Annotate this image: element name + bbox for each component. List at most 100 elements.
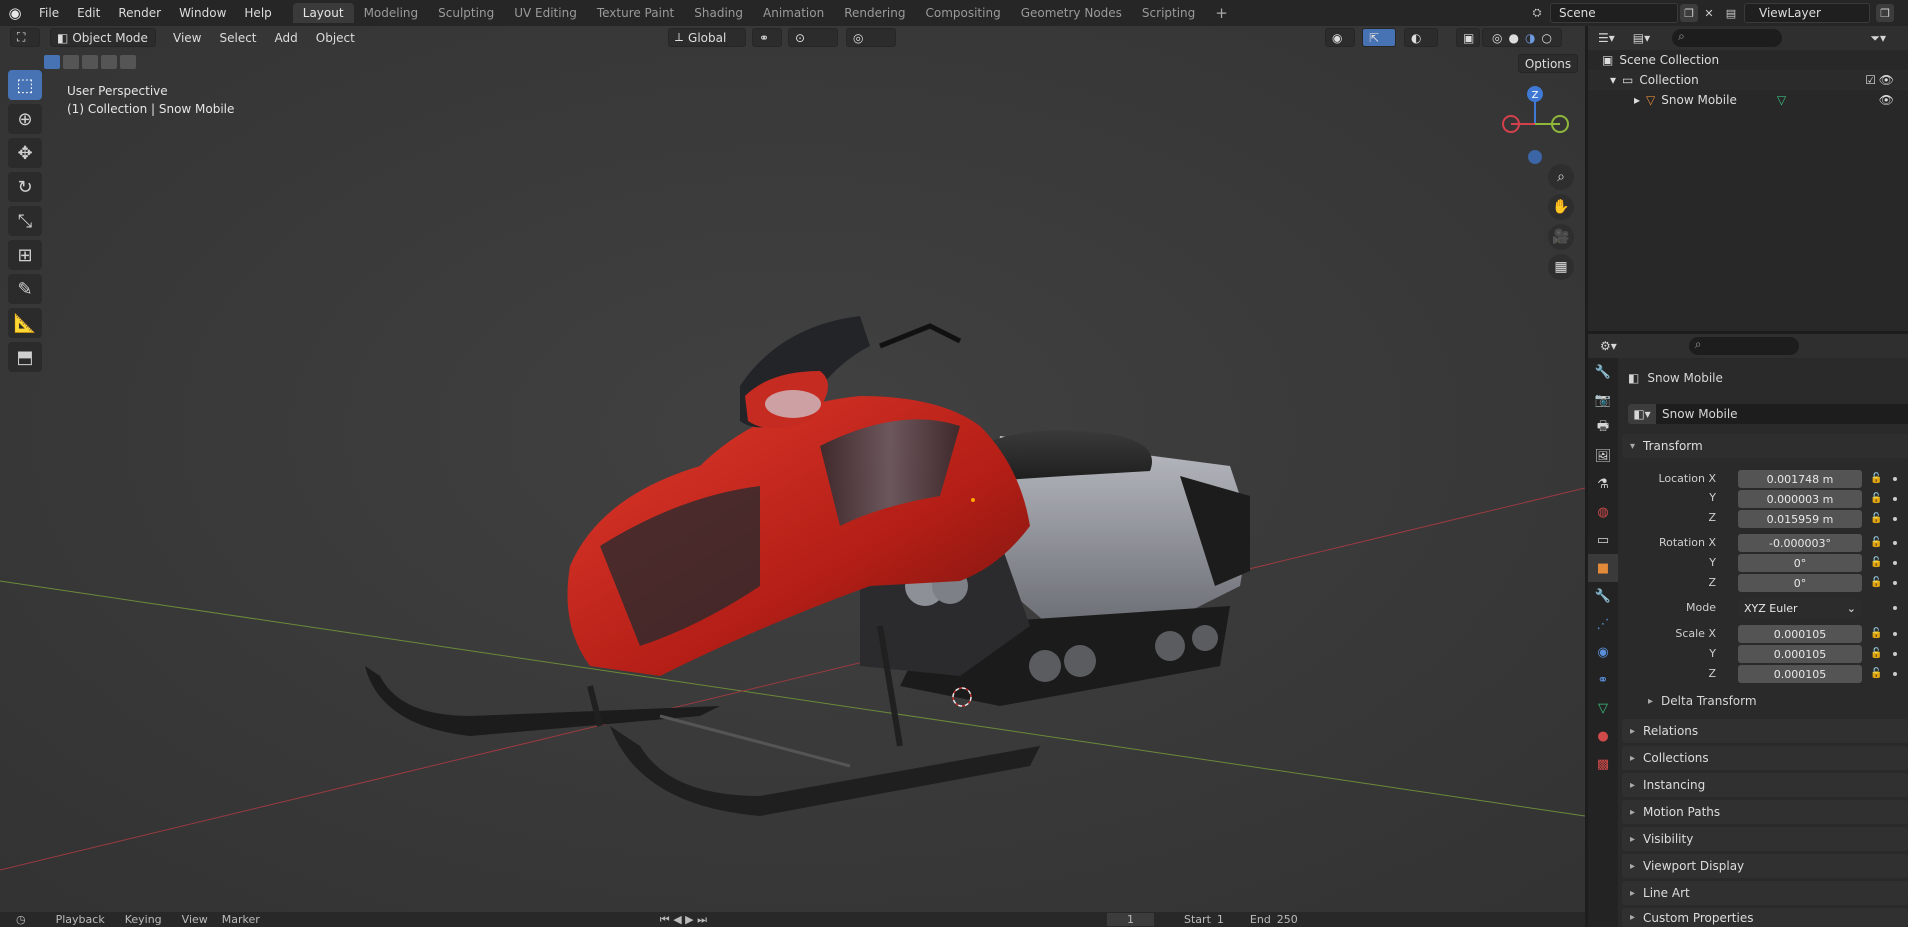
scale-z-field[interactable]: 0.000105 <box>1738 665 1862 683</box>
blender-logo-icon[interactable]: ◉ <box>0 4 30 22</box>
tab-rendering[interactable]: Rendering <box>834 3 915 23</box>
scale-y-field[interactable]: 0.000105 <box>1738 645 1862 663</box>
visibility-panel[interactable]: ▸ Visibility <box>1622 827 1908 851</box>
viewport-menu-select[interactable]: Select <box>210 31 265 45</box>
timeline-playback[interactable]: Playback <box>56 913 105 926</box>
tab-geometry-nodes[interactable]: Geometry Nodes <box>1011 3 1132 23</box>
physics-tab-icon[interactable]: ◉ <box>1588 638 1618 666</box>
pivot-icon[interactable]: ⚭ <box>752 28 782 47</box>
editor-type-dropdown[interactable]: ⛶ <box>10 28 40 47</box>
data-tab-icon[interactable]: ▽ <box>1588 694 1618 722</box>
playback-controls-icon[interactable]: ⏮ ◀ ▶ ⏭ <box>660 913 707 927</box>
tab-shading[interactable]: Shading <box>684 3 753 23</box>
rendered-icon[interactable]: ○ <box>1542 31 1552 45</box>
view-layer-tab-icon[interactable]: 🖼 <box>1588 442 1618 470</box>
tab-modeling[interactable]: Modeling <box>354 3 429 23</box>
viewport-menu-add[interactable]: Add <box>266 31 307 45</box>
line-art-panel[interactable]: ▸ Line Art <box>1622 881 1908 905</box>
relations-panel[interactable]: ▸ Relations <box>1622 719 1908 743</box>
keyframe-dot-icon[interactable] <box>1893 581 1897 585</box>
current-frame-field[interactable]: 1 <box>1107 913 1155 926</box>
keyframe-dot-icon[interactable] <box>1893 632 1897 636</box>
camera-icon[interactable]: 🎥 <box>1548 224 1574 250</box>
output-tab-icon[interactable]: 🖶 <box>1588 414 1618 442</box>
particles-tab-icon[interactable]: ⋰ <box>1588 610 1618 638</box>
outliner-collection[interactable]: ▾ ▭ Collection ☑ 👁 <box>1588 70 1908 90</box>
timeline-editor-icon[interactable]: ◷ <box>16 913 26 926</box>
keyframe-dot-icon[interactable] <box>1893 606 1897 610</box>
orientation-dropdown[interactable]: ⟂ Global <box>668 28 746 47</box>
new-scene-icon[interactable]: ❐ <box>1680 4 1698 22</box>
lock-icon[interactable]: 🔓 <box>1870 648 1882 659</box>
viewlayer-icon[interactable]: ▤ <box>1722 4 1740 22</box>
overlay-toggle-icon[interactable]: ◐ <box>1404 28 1438 47</box>
select-intersect-icon[interactable] <box>120 55 136 69</box>
ortho-grid-icon[interactable]: ▦ <box>1548 254 1574 280</box>
menu-file[interactable]: File <box>30 0 68 26</box>
options-dropdown[interactable]: Options <box>1518 54 1578 73</box>
tab-sculpting[interactable]: Sculpting <box>428 3 504 23</box>
menu-help[interactable]: Help <box>235 0 280 26</box>
rotation-y-field[interactable]: 0° <box>1738 554 1862 572</box>
solid-icon[interactable]: ● <box>1509 31 1519 45</box>
world-tab-icon[interactable]: ◍ <box>1588 498 1618 526</box>
keyframe-dot-icon[interactable] <box>1893 477 1897 481</box>
scene-icon[interactable]: ⛭ <box>1528 4 1546 22</box>
texture-tab-icon[interactable]: ▩ <box>1588 750 1618 778</box>
lock-icon[interactable]: 🔓 <box>1870 668 1882 679</box>
expand-chevron-icon[interactable]: ▾ <box>1610 73 1616 87</box>
tab-animation[interactable]: Animation <box>753 3 834 23</box>
display-mode-icon[interactable]: ▤▾ <box>1633 31 1650 45</box>
visibility-icon[interactable]: ◉ <box>1325 28 1355 47</box>
checkbox-icon[interactable]: ☑ <box>1865 73 1876 87</box>
proportional-edit-icon[interactable]: ◎ <box>846 28 896 47</box>
lock-icon[interactable]: 🔓 <box>1870 513 1882 524</box>
timeline-keying[interactable]: Keying <box>125 913 162 926</box>
tab-compositing[interactable]: Compositing <box>915 3 1010 23</box>
viewport-display-panel[interactable]: ▸ Viewport Display <box>1622 854 1908 878</box>
select-extend-icon[interactable] <box>63 55 79 69</box>
gizmo-toggle-icon[interactable]: ⇱ <box>1362 28 1396 47</box>
scene-selector[interactable]: Scene <box>1550 3 1678 23</box>
select-invert-icon[interactable] <box>101 55 117 69</box>
move-icon[interactable]: ✥ <box>8 138 42 168</box>
rotation-mode-dropdown[interactable]: XYZ Euler ⌄ <box>1738 599 1862 617</box>
keyframe-dot-icon[interactable] <box>1893 497 1897 501</box>
timeline-view[interactable]: View <box>182 913 208 926</box>
motion-paths-panel[interactable]: ▸ Motion Paths <box>1622 800 1908 824</box>
keyframe-dot-icon[interactable] <box>1893 517 1897 521</box>
3d-viewport[interactable]: ⛶ ◧ Object Mode View Select Add Object ⟂… <box>0 26 1585 927</box>
tab-scripting[interactable]: Scripting <box>1132 3 1205 23</box>
location-z-field[interactable]: 0.015959 m <box>1738 510 1862 528</box>
custom-properties-panel[interactable]: ▸ Custom Properties <box>1622 908 1908 927</box>
collections-panel[interactable]: ▸ Collections <box>1622 746 1908 770</box>
lock-icon[interactable]: 🔓 <box>1870 493 1882 504</box>
new-viewlayer-icon[interactable]: ❐ <box>1876 4 1894 22</box>
outliner-scene-collection[interactable]: ▣ Scene Collection <box>1588 50 1908 70</box>
snap-icon[interactable]: ⊙ <box>788 28 838 47</box>
menu-edit[interactable]: Edit <box>68 0 109 26</box>
delta-transform-subpanel[interactable]: ▸ Delta Transform <box>1648 694 1757 708</box>
rotation-x-field[interactable]: -0.000003° <box>1738 534 1862 552</box>
constraints-tab-icon[interactable]: ⚭ <box>1588 666 1618 694</box>
lock-icon[interactable]: 🔓 <box>1870 557 1882 568</box>
xray-icon[interactable]: ▣ <box>1456 28 1480 47</box>
outliner-editor-icon[interactable]: ☰▾ <box>1598 31 1615 45</box>
object-datablock-icon[interactable]: ◧▾ <box>1628 404 1656 424</box>
location-x-field[interactable]: 0.001748 m <box>1738 470 1862 488</box>
rotation-z-field[interactable]: 0° <box>1738 574 1862 592</box>
rotate-icon[interactable]: ↻ <box>8 172 42 202</box>
keyframe-dot-icon[interactable] <box>1893 561 1897 565</box>
close-scene-icon[interactable]: ✕ <box>1700 4 1718 22</box>
annotate-icon[interactable]: ✎ <box>8 274 42 304</box>
collection-tab-icon[interactable]: ▭ <box>1588 526 1618 554</box>
keyframe-dot-icon[interactable] <box>1893 541 1897 545</box>
tab-layout[interactable]: Layout <box>292 3 354 23</box>
viewport-menu-object[interactable]: Object <box>307 31 364 45</box>
keyframe-dot-icon[interactable] <box>1893 652 1897 656</box>
material-tab-icon[interactable]: ● <box>1588 722 1618 750</box>
timeline-start-field[interactable]: 1 <box>1217 913 1224 926</box>
material-icon[interactable]: ◑ <box>1525 31 1535 45</box>
keyframe-dot-icon[interactable] <box>1893 672 1897 676</box>
collapse-chevron-icon[interactable]: ▸ <box>1634 93 1640 107</box>
